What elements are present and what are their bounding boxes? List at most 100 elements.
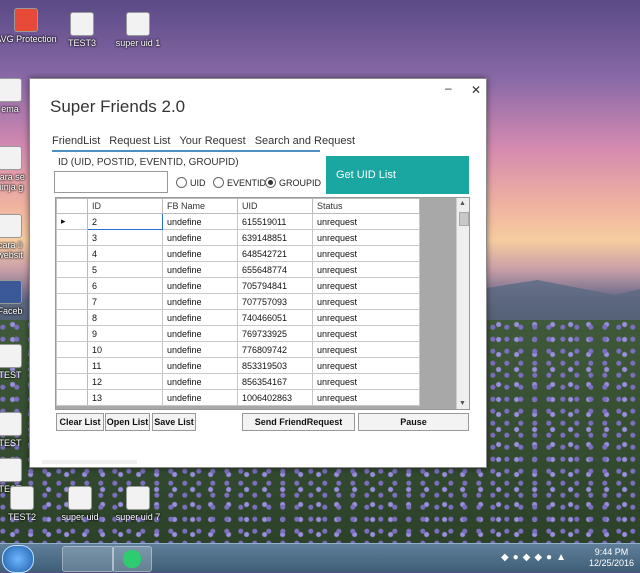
row-header[interactable] <box>56 245 88 262</box>
cell-status[interactable]: unrequest <box>312 389 420 406</box>
table-row[interactable]: 6 undefine 705794841 unrequest <box>56 277 420 294</box>
desktop-icon-test2[interactable]: TEST2 <box>0 486 52 522</box>
open-list-button[interactable]: Open List <box>105 413 150 431</box>
scroll-down-icon[interactable]: ▼ <box>459 400 466 407</box>
column-header-uid[interactable]: UID <box>237 198 313 214</box>
column-header-status[interactable]: Status <box>312 198 420 214</box>
cell-id[interactable]: 2 <box>87 213 163 230</box>
row-header[interactable] <box>56 389 88 406</box>
tab-search-and-request[interactable]: Search and Request <box>255 135 355 147</box>
cell-id[interactable]: 10 <box>87 341 163 358</box>
cell-fb-name[interactable]: undefine <box>162 309 238 326</box>
cell-uid[interactable]: 648542721 <box>237 245 313 262</box>
cell-uid[interactable]: 707757093 <box>237 293 313 310</box>
clear-list-button[interactable]: Clear List <box>56 413 104 431</box>
tab-request-list[interactable]: Request List <box>109 135 170 147</box>
cell-id[interactable]: 4 <box>87 245 163 262</box>
cell-id[interactable]: 12 <box>87 373 163 390</box>
desktop-icon-faceb[interactable]: Faceb <box>0 280 30 316</box>
cell-id[interactable]: 13 <box>87 389 163 406</box>
desktop-icon-cara-li[interactable]: cara li websit <box>0 214 30 260</box>
row-header[interactable] <box>56 277 88 294</box>
column-header-id[interactable]: ID <box>87 198 163 214</box>
table-row[interactable]: 13 undefine 1006402863 unrequest <box>56 389 420 406</box>
table-row[interactable]: 10 undefine 776809742 unrequest <box>56 341 420 358</box>
grid-scrollbar[interactable]: ▲ ▼ <box>456 198 469 409</box>
pause-button[interactable]: Pause <box>358 413 469 431</box>
desktop-icon-super-uid[interactable]: super uid <box>48 486 112 522</box>
cell-fb-name[interactable]: undefine <box>162 389 238 406</box>
row-header[interactable] <box>56 293 88 310</box>
row-header[interactable] <box>56 357 88 374</box>
table-row[interactable]: 11 undefine 853319503 unrequest <box>56 357 420 374</box>
cell-fb-name[interactable]: undefine <box>162 373 238 390</box>
cell-id[interactable]: 7 <box>87 293 163 310</box>
radio-eventid[interactable]: EVENTID <box>213 177 266 188</box>
cell-status[interactable]: unrequest <box>312 261 420 278</box>
cell-fb-name[interactable]: undefine <box>162 293 238 310</box>
desktop-icon-cara-se[interactable]: cara se ninja g <box>0 146 30 192</box>
cell-fb-name[interactable]: undefine <box>162 341 238 358</box>
send-friend-request-button[interactable]: Send FriendRequest <box>242 413 355 431</box>
cell-status[interactable]: unrequest <box>312 245 420 262</box>
cell-fb-name[interactable]: undefine <box>162 325 238 342</box>
cell-fb-name[interactable]: undefine <box>162 261 238 278</box>
table-row[interactable]: 5 undefine 655648774 unrequest <box>56 261 420 278</box>
cell-fb-name[interactable]: undefine <box>162 213 238 230</box>
table-row[interactable]: 9 undefine 769733925 unrequest <box>56 325 420 342</box>
cell-uid[interactable]: 853319503 <box>237 357 313 374</box>
cell-uid[interactable]: 615519011 <box>237 213 313 230</box>
table-row[interactable]: 7 undefine 707757093 unrequest <box>56 293 420 310</box>
taskbar-app-paint[interactable] <box>62 546 114 572</box>
cell-id[interactable]: 11 <box>87 357 163 374</box>
desktop-icon-super-uid-1[interactable]: super uid 1 <box>106 12 170 48</box>
radio-uid[interactable]: UID <box>176 177 206 188</box>
table-row[interactable]: 4 undefine 648542721 unrequest <box>56 245 420 262</box>
close-icon[interactable]: ✕ <box>471 83 481 97</box>
id-input[interactable] <box>54 171 168 193</box>
cell-status[interactable]: unrequest <box>312 357 420 374</box>
cell-uid[interactable]: 740466051 <box>237 309 313 326</box>
radio-groupid[interactable]: GROUPID <box>265 177 321 188</box>
save-list-button[interactable]: Save List <box>152 413 196 431</box>
cell-fb-name[interactable]: undefine <box>162 245 238 262</box>
desktop-icon-test3[interactable]: TEST3 <box>50 12 114 48</box>
start-button-icon[interactable] <box>2 545 34 573</box>
row-header[interactable] <box>56 261 88 278</box>
uid-data-grid[interactable]: ID FB Name UID Status ▸ 2 undefine 61551901… <box>55 197 470 410</box>
desktop-icon-test-a[interactable]: TEST <box>0 344 30 380</box>
desktop-icon-test-b[interactable]: TEST <box>0 412 30 448</box>
table-row[interactable]: ▸ 2 undefine 615519011 unrequest <box>56 213 420 230</box>
table-row[interactable]: 12 undefine 856354167 unrequest <box>56 373 420 390</box>
tab-friendlist[interactable]: FriendList <box>52 135 100 147</box>
cell-id[interactable]: 6 <box>87 277 163 294</box>
cell-status[interactable]: unrequest <box>312 325 420 342</box>
desktop-icon-super-uid-7[interactable]: super uid 7 <box>106 486 170 522</box>
desktop-icon-ema[interactable]: ema <box>0 78 30 114</box>
scroll-thumb[interactable] <box>459 212 469 226</box>
cell-id[interactable]: 9 <box>87 325 163 342</box>
cell-fb-name[interactable]: undefine <box>162 229 238 246</box>
row-header[interactable] <box>56 373 88 390</box>
cell-id[interactable]: 5 <box>87 261 163 278</box>
taskbar-app-plus-icon[interactable] <box>112 546 152 572</box>
cell-uid[interactable]: 639148851 <box>237 229 313 246</box>
table-row[interactable]: 8 undefine 740466051 unrequest <box>56 309 420 326</box>
system-tray-icons[interactable]: ◆●◆◆●▲ <box>501 552 570 563</box>
cell-id[interactable]: 3 <box>87 229 163 246</box>
tab-your-request[interactable]: Your Request <box>179 135 245 147</box>
row-header[interactable] <box>56 229 88 246</box>
cell-uid[interactable]: 655648774 <box>237 261 313 278</box>
cell-status[interactable]: unrequest <box>312 309 420 326</box>
row-header[interactable] <box>56 325 88 342</box>
cell-uid[interactable]: 1006402863 <box>237 389 313 406</box>
get-uid-list-button[interactable]: Get UID List <box>326 156 469 194</box>
cell-status[interactable]: unrequest <box>312 293 420 310</box>
cell-uid[interactable]: 856354167 <box>237 373 313 390</box>
row-header[interactable] <box>56 309 88 326</box>
minimize-icon[interactable]: – <box>445 81 452 95</box>
column-header-fb-name[interactable]: FB Name <box>162 198 238 214</box>
table-row[interactable]: 3 undefine 639148851 unrequest <box>56 229 420 246</box>
cell-status[interactable]: unrequest <box>312 213 420 230</box>
cell-id[interactable]: 8 <box>87 309 163 326</box>
